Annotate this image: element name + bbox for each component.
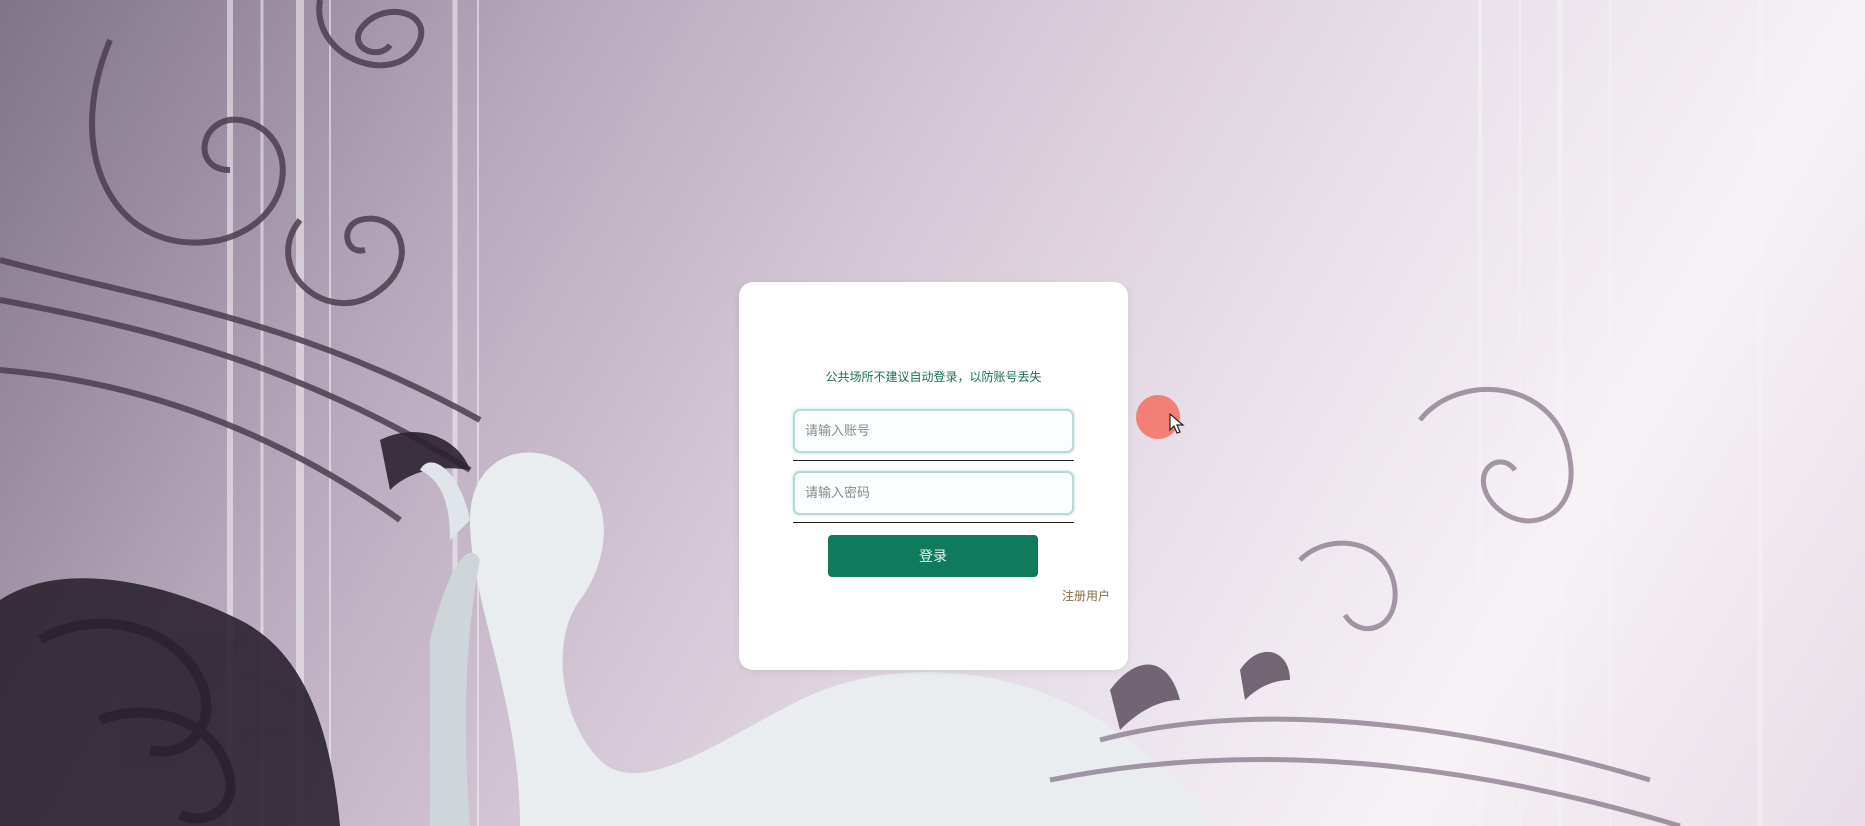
password-input[interactable]	[795, 473, 1072, 513]
login-page: 公共场所不建议自动登录，以防账号丢失 登录 注册用户	[0, 0, 1865, 826]
register-link[interactable]: 注册用户	[1062, 587, 1110, 604]
username-divider	[793, 460, 1074, 461]
username-field-wrapper	[793, 409, 1074, 453]
password-field-wrapper	[793, 471, 1074, 515]
security-notice: 公共场所不建议自动登录，以防账号丢失	[825, 370, 1042, 384]
login-card: 公共场所不建议自动登录，以防账号丢失 登录 注册用户	[739, 282, 1128, 670]
password-divider	[793, 522, 1074, 523]
login-button[interactable]: 登录	[828, 535, 1038, 577]
username-input[interactable]	[795, 411, 1072, 451]
mouse-pointer-icon	[1169, 413, 1185, 434]
